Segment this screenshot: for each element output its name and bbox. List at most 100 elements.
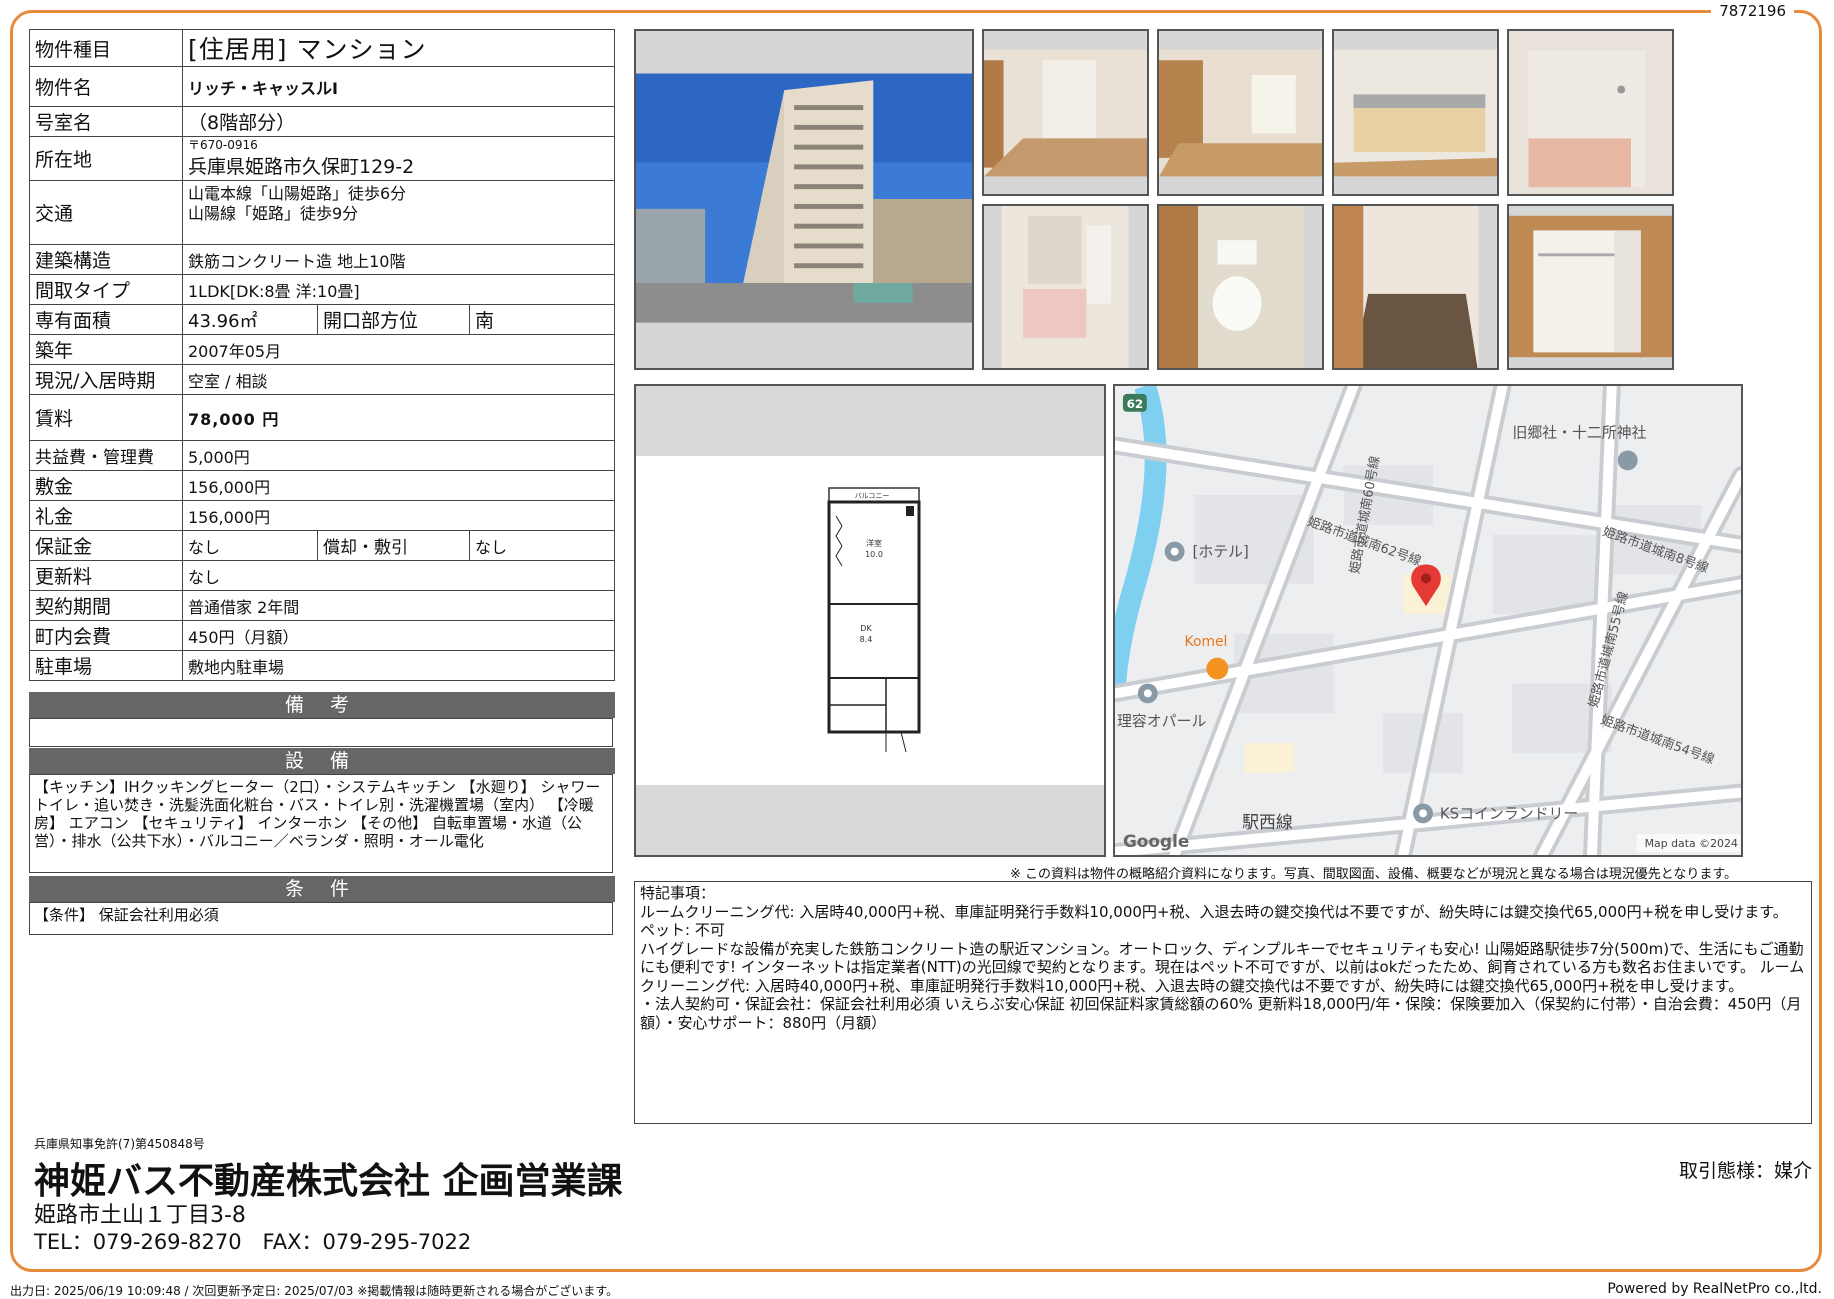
row-type: 物件種目 [住居用] マンション — [29, 29, 615, 67]
row-location: 所在地 〒670-0916 兵庫県姫路市久保町129-2 — [29, 136, 615, 181]
building-exterior-photo — [634, 29, 974, 370]
route-badge: 62 — [1127, 397, 1144, 411]
disclaimer: ※ この資料は物件の概略紹介資料になります。写真、間取図面、設備、概要などが現況… — [1010, 867, 1738, 882]
google-logo: Google — [1123, 831, 1189, 851]
room-label: 号室名 — [29, 106, 183, 137]
fee-label: 共益費・管理費 — [29, 440, 183, 471]
room-photo-entry — [982, 29, 1149, 196]
renewal-label: 更新料 — [29, 560, 183, 591]
room1-label: 洋室 — [866, 538, 882, 548]
transit-line-2: 山陽線「姫路」徒歩9分 — [188, 204, 359, 223]
floor-plan: バルコニー 洋室 10.0 DK 8.4 — [634, 384, 1106, 857]
room-value: （8階部分） — [182, 106, 615, 137]
row-status: 現況/入居時期 空室 / 相談 — [29, 364, 615, 395]
balcony-label: バルコニー — [855, 492, 890, 500]
remarks-pet: ペット: 不可 — [640, 921, 725, 939]
layout-value: 1LDK[DK:8畳 洋:10畳] — [182, 274, 615, 305]
deposit-label: 敷金 — [29, 470, 183, 501]
hotel-label: [ホテル] — [1193, 543, 1249, 561]
direction-label: 開口部方位 — [317, 304, 470, 335]
built-label: 築年 — [29, 334, 183, 365]
remarks-contract-terms: ・法人契約可・保証会社：保証会社利用必須 いえらぶ安心保証 初回保証料家賃総額の… — [640, 995, 1802, 1032]
row-key-money: 礼金 156,000円 — [29, 500, 615, 531]
type-label: 物件種目 — [29, 29, 183, 67]
barber-label: 理容オパール — [1117, 712, 1206, 730]
row-fee: 共益費・管理費 5,000円 — [29, 440, 615, 471]
direction-value: 南 — [469, 304, 615, 335]
renewal-value: なし — [182, 560, 615, 591]
row-renewal: 更新料 なし — [29, 560, 615, 591]
parking-value: 敷地内駐車場 — [182, 650, 615, 681]
restaurant-label: Komel — [1185, 634, 1228, 650]
notes-header: 備 考 — [29, 692, 615, 718]
row-guarantee: 保証金 なし 償却・敷引 なし — [29, 530, 615, 561]
contract-value: 普通借家 2年間 — [182, 590, 615, 621]
row-name: 物件名 リッチ・キャッスルⅠ — [29, 66, 615, 107]
area-label: 専有面積 — [29, 304, 183, 335]
parking-label: 駐車場 — [29, 650, 183, 681]
hallway-photo — [1332, 204, 1499, 370]
remarks-description: ハイグレードな設備が充実した鉄筋コンクリート造の駅近マンション。オートロック、デ… — [640, 939, 1805, 995]
guarantee-value: なし — [182, 530, 318, 561]
station-road-label: 駅西線 — [1242, 812, 1293, 832]
structure-value: 鉄筋コンクリート造 地上10階 — [182, 244, 615, 275]
contract-label: 契約期間 — [29, 590, 183, 621]
key-money-value: 156,000円 — [182, 500, 615, 531]
company-address: 姫路市土山１丁目3-8 — [34, 1203, 246, 1228]
name-label: 物件名 — [29, 66, 183, 107]
room2-label: DK — [860, 624, 872, 633]
transit-line-1: 山電本線「山陽姫路」徒歩6分 — [188, 184, 407, 203]
room-photo-living — [1157, 29, 1324, 196]
location-map[interactable]: 62 旧郷社・十二所神社 [ホテル] Komel 理容オパール KSコインランド… — [1113, 384, 1743, 857]
layout-label: 間取タイプ — [29, 274, 183, 305]
conditions-header: 条 件 — [29, 876, 615, 902]
deposit-value: 156,000円 — [182, 470, 615, 501]
row-parking: 駐車場 敷地内駐車場 — [29, 650, 615, 681]
equipment-header: 設 備 — [29, 748, 615, 774]
type-value: [住居用] マンション — [182, 29, 615, 67]
row-structure: 建築構造 鉄筋コンクリート造 地上10階 — [29, 244, 615, 275]
remarks-box: 特記事項： ルームクリーニング代: 入居時40,000円+税、車庫証明発行手数料… — [634, 881, 1812, 1124]
fee-value: 5,000円 — [182, 440, 615, 471]
row-built: 築年 2007年05月 — [29, 334, 615, 365]
remarks-heading: 特記事項： — [640, 884, 716, 902]
transit-label: 交通 — [29, 180, 183, 245]
map-credit: Map data ©2024 — [1645, 837, 1738, 850]
restaurant-icon[interactable] — [1206, 657, 1229, 680]
row-transit: 交通 山電本線「山陽姫路」徒歩6分 山陽線「姫路」徒歩9分 — [29, 180, 615, 245]
output-info: 出力日: 2025/06/19 10:09:48 / 次回更新予定日: 2025… — [10, 1284, 619, 1298]
row-contract: 契約期間 普通借家 2年間 — [29, 590, 615, 621]
structure-label: 建築構造 — [29, 244, 183, 275]
status-label: 現況/入居時期 — [29, 364, 183, 395]
amort-label: 償却・敷引 — [317, 530, 470, 561]
row-deposit: 敷金 156,000円 — [29, 470, 615, 501]
row-rent: 賃料 78,000 円 — [29, 394, 615, 441]
rent-value: 78,000 円 — [182, 394, 615, 441]
row-town-fee: 町内会費 450円（月額） — [29, 620, 615, 651]
shrine-label: 旧郷社・十二所神社 — [1512, 424, 1646, 442]
property-spec-table: 物件種目 [住居用] マンション 物件名 リッチ・キャッスルⅠ 号室名 （8階部… — [29, 29, 615, 681]
bathroom-photo — [1507, 29, 1674, 196]
key-money-label: 礼金 — [29, 500, 183, 531]
room2-size: 8.4 — [860, 635, 873, 644]
remarks-cleaning: ルームクリーニング代: 入居時40,000円+税、車庫証明発行手数料10,000… — [640, 902, 1788, 921]
town-fee-label: 町内会費 — [29, 620, 183, 651]
toilet-photo — [1157, 204, 1324, 370]
equipment-text: 【キッチン】IHクッキングヒーター（2口）・システムキッチン 【水廻り】 シャワ… — [29, 774, 613, 873]
document-id: 7872196 — [1711, 2, 1794, 20]
license-number: 兵庫県知事免許(7)第450848号 — [34, 1137, 205, 1151]
row-area: 専有面積 43.96㎡ 開口部方位 南 — [29, 304, 615, 335]
kitchen-photo — [1332, 29, 1499, 196]
washroom-photo — [982, 204, 1149, 370]
built-value: 2007年05月 — [182, 334, 615, 365]
company-contact: TEL：079-269-8270 FAX：079-295-7022 — [34, 1230, 472, 1254]
status-value: 空室 / 相談 — [182, 364, 615, 395]
conditions-text: 【条件】 保証会社利用必須 — [29, 902, 613, 935]
notes-box — [29, 718, 613, 747]
property-name: リッチ・キャッスルⅠ — [182, 66, 615, 107]
laundry-label: KSコインランドリー — [1440, 804, 1578, 822]
row-layout: 間取タイプ 1LDK[DK:8畳 洋:10畳] — [29, 274, 615, 305]
location-label: 所在地 — [29, 136, 183, 181]
floor-plan-drawing: バルコニー 洋室 10.0 DK 8.4 — [827, 487, 921, 753]
shrine-icon[interactable] — [1617, 450, 1638, 471]
